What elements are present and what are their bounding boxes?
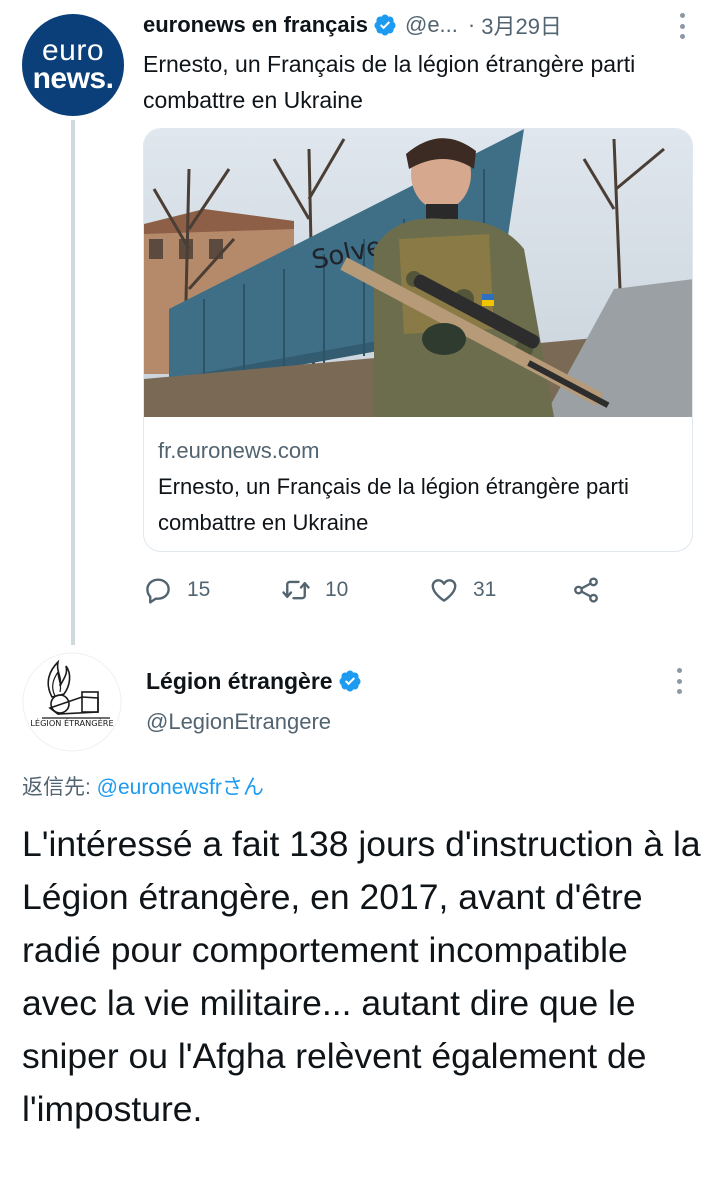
reply-prefix: 返信先: bbox=[22, 776, 97, 799]
euronews-avatar[interactable]: euro news. bbox=[22, 14, 124, 116]
share-button[interactable] bbox=[571, 570, 615, 610]
legion-grenade-logo: LÉGION ÉTRANGÈRE bbox=[22, 652, 122, 752]
verified-badge-icon bbox=[374, 14, 396, 36]
tweet-date[interactable]: 3月29日 bbox=[481, 9, 562, 41]
card-image-soldier: Solve bbox=[144, 129, 692, 417]
tweet2-text: L'intéressé a fait 138 jours d'instructi… bbox=[22, 824, 701, 1129]
separator-dot: · bbox=[467, 12, 476, 37]
like-count: 31 bbox=[473, 578, 497, 601]
retweet-icon bbox=[282, 580, 310, 600]
retweet-count: 10 bbox=[325, 578, 349, 601]
link-preview-card[interactable]: Solve fr.euronews.com Ernesto, un França… bbox=[143, 128, 693, 552]
reply-suffix: さん bbox=[221, 776, 264, 799]
more-options-icon[interactable] bbox=[679, 13, 685, 39]
replying-to: 返信先: @euronewsfrさん bbox=[22, 772, 264, 804]
avatar-logo-line2: news. bbox=[32, 62, 114, 95]
avatar-caption: LÉGION ÉTRANGÈRE bbox=[30, 717, 113, 728]
tweet2-header: Légion étrangère bbox=[146, 665, 362, 697]
reply-icon bbox=[146, 578, 170, 604]
thread-connector-line bbox=[71, 120, 75, 645]
verified-badge-icon bbox=[339, 670, 361, 692]
reply-button[interactable]: 15 bbox=[143, 570, 210, 610]
reply-count: 15 bbox=[187, 578, 211, 601]
soldier-photo-illustration: Solve bbox=[144, 129, 692, 417]
tweet1-text: Ernesto, un Français de la légion étrang… bbox=[143, 51, 636, 113]
handle[interactable]: @e... bbox=[405, 12, 458, 38]
reply-mention-link[interactable]: @euronewsfr bbox=[97, 776, 222, 799]
display-name[interactable]: Légion étrangère bbox=[146, 668, 333, 695]
retweet-button[interactable]: 10 bbox=[281, 570, 348, 610]
share-icon bbox=[574, 577, 598, 603]
heart-icon bbox=[431, 579, 457, 602]
more-options-icon[interactable] bbox=[676, 668, 682, 694]
legion-etrangere-avatar[interactable]: LÉGION ÉTRANGÈRE bbox=[22, 652, 122, 752]
like-button[interactable]: 31 bbox=[429, 570, 496, 610]
display-name[interactable]: euronews en français bbox=[143, 12, 368, 38]
handle[interactable]: @LegionEtrangere bbox=[146, 706, 331, 738]
tweet1-action-bar: 15 10 31 bbox=[143, 570, 623, 610]
card-domain: fr.euronews.com bbox=[158, 438, 320, 463]
tweet1-header: euronews en français @e... · 3月29日 bbox=[143, 10, 703, 40]
card-title: Ernesto, un Français de la légion étrang… bbox=[158, 474, 629, 535]
